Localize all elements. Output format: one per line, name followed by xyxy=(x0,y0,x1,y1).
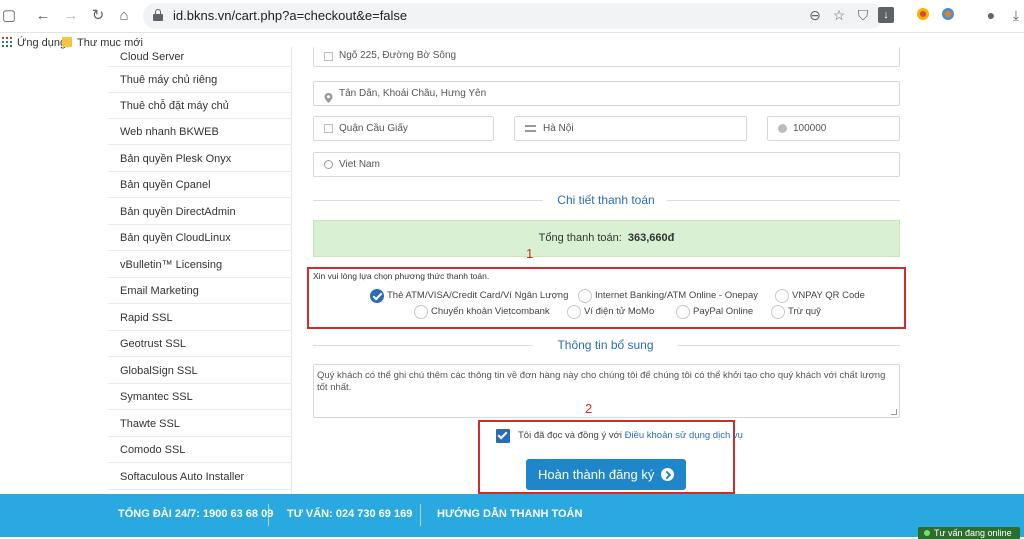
browser-toolbar: ▢ ← → ↻ ⌂ id.bkns.vn/cart.php?a=checkout… xyxy=(0,0,1024,33)
apps-grid-icon xyxy=(2,37,12,47)
submit-label: Hoàn thành đăng ký xyxy=(538,467,655,482)
country-value: Viet Nam xyxy=(339,159,380,170)
sidebar-item-plesk[interactable]: Bản quyền Plesk Onyx xyxy=(108,146,292,172)
annotation-1: 1 xyxy=(526,246,534,261)
online-chat-widget[interactable]: Tư vấn đang online xyxy=(918,527,1020,539)
extension-globe-icon[interactable] xyxy=(940,7,956,23)
footer-consult[interactable]: TƯ VẤN: 024 730 69 169 xyxy=(287,508,412,520)
sidebar-item-email-marketing[interactable]: Email Marketing xyxy=(108,278,292,304)
sidebar-item-comodo-ssl[interactable]: Comodo SSL xyxy=(108,437,292,463)
sidebar-item-globalsign-ssl[interactable]: GlobalSign SSL xyxy=(108,358,292,384)
postcode-value: 100000 xyxy=(793,123,827,134)
sidebar-item-cpanel[interactable]: Bản quyền Cpanel xyxy=(108,172,292,198)
total-label: Tổng thanh toán: xyxy=(538,232,622,244)
sidebar-item-dedicated-server[interactable]: Thuê máy chủ riêng xyxy=(108,67,292,93)
sidebar-item-softaculous[interactable]: Softaculous Auto Installer xyxy=(108,464,292,490)
radio-checked-icon xyxy=(370,289,384,303)
product-sidebar: Cloud Server Thuê máy chủ riêng Thuê chỗ… xyxy=(108,47,292,495)
footer-hotline[interactable]: TỔNG ĐÀI 24/7: 1900 63 68 09 xyxy=(118,508,273,520)
back-icon[interactable]: ← xyxy=(34,7,52,25)
ward-value: Tân Dân, Khoái Châu, Hưng Yên xyxy=(339,88,487,99)
radio-icon xyxy=(578,289,592,303)
arrow-circle-right-icon xyxy=(661,468,674,481)
divider xyxy=(667,200,900,201)
forward-icon[interactable]: → xyxy=(62,7,80,25)
sidebar-item-rapid-ssl[interactable]: Rapid SSL xyxy=(108,305,292,331)
divider xyxy=(313,345,533,346)
postcode-field[interactable]: 100000 xyxy=(767,116,900,141)
sidebar-item-directadmin[interactable]: Bản quyền DirectAdmin xyxy=(108,199,292,225)
lock-icon xyxy=(153,9,163,21)
district-field[interactable]: Quận Cầu Giấy xyxy=(313,116,494,141)
checkbox-checked-icon[interactable] xyxy=(496,429,510,443)
zoom-icon[interactable]: ⊖ xyxy=(807,7,823,23)
online-status-icon xyxy=(924,530,930,536)
city-field[interactable]: Hà Nội xyxy=(514,116,747,141)
footer-payment-guide[interactable]: HƯỚNG DẪN THANH TOÁN xyxy=(437,508,582,520)
radio-icon xyxy=(567,305,581,319)
notes-placeholder: Quý khách có thể ghi chú thêm các thông … xyxy=(317,370,886,393)
flag-icon xyxy=(525,125,536,132)
reload-icon[interactable]: ↻ xyxy=(89,7,107,25)
building-icon xyxy=(324,124,333,133)
sidebar-item-thawte-ssl[interactable]: Thawte SSL xyxy=(108,411,292,437)
shield-icon[interactable]: ⛉ xyxy=(855,7,871,23)
divider xyxy=(678,345,900,346)
annotation-2: 2 xyxy=(585,401,593,416)
url-text: id.bkns.vn/cart.php?a=checkout&e=false xyxy=(173,8,408,23)
building-icon xyxy=(324,52,333,61)
sidebar-item-bkweb[interactable]: Web nhanh BKWEB xyxy=(108,119,292,145)
ward-field[interactable]: Tân Dân, Khoái Châu, Hưng Yên xyxy=(313,81,900,106)
notes-textarea[interactable]: Quý khách có thể ghi chú thêm các thông … xyxy=(313,364,900,418)
download-icon[interactable]: ⤓ xyxy=(1008,7,1024,23)
home-icon[interactable]: ⌂ xyxy=(115,7,133,25)
extension-colorful-icon[interactable] xyxy=(915,7,931,23)
folder-icon xyxy=(62,37,72,47)
payment-details-heading: Chi tiết thanh toán xyxy=(557,193,655,207)
map-marker-icon xyxy=(324,89,333,103)
city-value: Hà Nội xyxy=(543,123,574,134)
sidebar-item-symantec-ssl[interactable]: Symantec SSL xyxy=(108,384,292,410)
globe-icon xyxy=(324,160,333,169)
bookmark-apps-label: Ứng dụng xyxy=(17,37,67,49)
complete-registration-button[interactable]: Hoàn thành đăng ký xyxy=(526,459,686,490)
resize-handle-icon[interactable] xyxy=(891,409,897,415)
additional-info-heading: Thông tin bổ sung xyxy=(557,338,654,352)
street-value: Ngõ 225, Đường Bờ Sông xyxy=(339,50,457,61)
country-field[interactable]: Viet Nam xyxy=(313,152,900,177)
payment-prompt: Xin vui lòng lựa chọn phương thức thanh … xyxy=(313,271,490,281)
radio-icon xyxy=(771,305,785,319)
radio-icon xyxy=(414,305,428,319)
divider xyxy=(268,504,269,526)
street-field[interactable]: Ngõ 225, Đường Bờ Sông xyxy=(313,47,900,67)
profile-icon[interactable]: ● xyxy=(983,7,999,23)
window-icon[interactable]: ▢ xyxy=(0,7,18,25)
postcode-icon xyxy=(778,124,787,133)
sidebar-item-geotrust-ssl[interactable]: Geotrust SSL xyxy=(108,331,292,357)
bookmark-apps[interactable]: Ứng dụng xyxy=(2,36,66,50)
bookmark-star-icon[interactable]: ☆ xyxy=(831,7,847,23)
footer-bar: TỔNG ĐÀI 24/7: 1900 63 68 09 TƯ VẤN: 024… xyxy=(0,494,1024,537)
total-value: 363,660đ xyxy=(627,232,675,244)
sidebar-item-cloud-server[interactable]: Cloud Server xyxy=(108,47,292,67)
sidebar-item-vbulletin[interactable]: vBulletin™ Licensing xyxy=(108,252,292,278)
terms-link[interactable]: Điều khoản sử dụng dịch vụ xyxy=(625,430,743,441)
terms-text: Tôi đã đọc và đồng ý với xyxy=(518,430,625,441)
district-value: Quận Cầu Giấy xyxy=(339,123,408,134)
total-box: Tổng thanh toán: 363,660đ xyxy=(313,220,900,257)
download-extension-icon[interactable]: ↓ xyxy=(878,7,894,23)
divider xyxy=(420,504,421,526)
radio-icon xyxy=(676,305,690,319)
sidebar-item-cloudlinux[interactable]: Bản quyền CloudLinux xyxy=(108,225,292,251)
address-bar[interactable]: id.bkns.vn/cart.php?a=checkout&e=false xyxy=(143,3,883,29)
divider xyxy=(313,200,543,201)
sidebar-item-colocation[interactable]: Thuê chỗ đặt máy chủ xyxy=(108,93,292,119)
radio-icon xyxy=(775,289,789,303)
